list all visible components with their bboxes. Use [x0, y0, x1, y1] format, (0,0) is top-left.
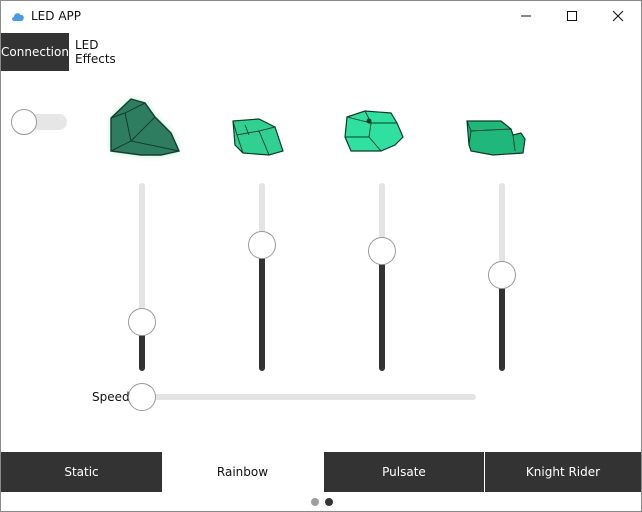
tab-led-effects[interactable]: LED Effects [69, 33, 141, 71]
gem-4-icon [466, 120, 526, 156]
led-slider-3[interactable] [367, 183, 397, 371]
speed-slider[interactable] [128, 383, 478, 411]
close-icon [612, 10, 624, 22]
maximize-icon [567, 11, 577, 21]
effect-pulsate-button[interactable]: Pulsate [324, 452, 484, 492]
power-toggle[interactable] [11, 109, 67, 135]
slider-fill [379, 251, 385, 371]
slider-thumb[interactable] [368, 237, 396, 265]
cloud-icon [12, 13, 24, 21]
slider-fill [499, 275, 505, 371]
gem-1-icon [110, 98, 180, 156]
maximize-button[interactable] [549, 1, 595, 31]
speed-thumb[interactable] [128, 383, 156, 411]
page-dot-2[interactable] [325, 498, 333, 506]
close-button[interactable] [595, 1, 641, 31]
speed-rail [142, 394, 476, 400]
slider-thumb[interactable] [128, 308, 156, 336]
speed-label: Speed [92, 390, 130, 404]
window-title: LED APP [31, 9, 82, 23]
slider-fill [259, 245, 265, 371]
title-bar: LED APP [1, 1, 641, 31]
page-dot-1[interactable] [311, 498, 319, 506]
slider-thumb[interactable] [248, 231, 276, 259]
gem-2-icon [232, 118, 284, 156]
slider-thumb[interactable] [488, 261, 516, 289]
gem-3-icon [344, 110, 404, 152]
led-slider-1[interactable] [127, 183, 157, 371]
led-slider-4[interactable] [487, 183, 517, 371]
toggle-knob[interactable] [11, 109, 37, 135]
minimize-icon [521, 15, 531, 17]
tab-connection[interactable]: Connection [1, 33, 69, 71]
app-window: LED APP Connection LED Effects Speed Sta… [0, 0, 642, 512]
effect-static-button[interactable]: Static [1, 452, 162, 492]
led-slider-2[interactable] [247, 183, 277, 371]
effect-knight-rider-button[interactable]: Knight Rider [485, 452, 641, 492]
minimize-button[interactable] [503, 1, 549, 31]
effect-rainbow-button[interactable]: Rainbow [162, 452, 323, 492]
